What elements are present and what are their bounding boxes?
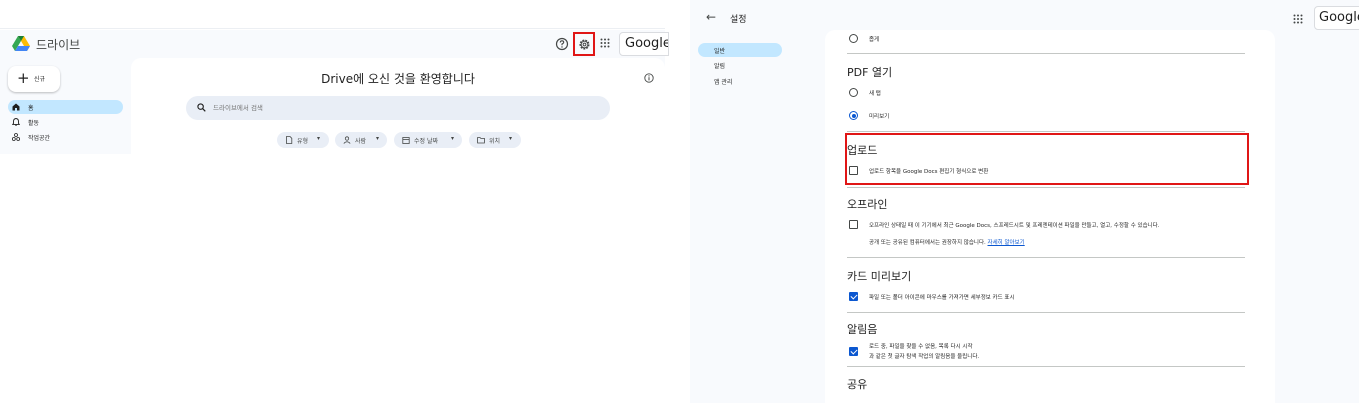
google-brand: Google xyxy=(625,36,669,51)
sidebar-item-label: 활동 xyxy=(28,120,40,127)
help-icon[interactable] xyxy=(555,37,569,51)
apps-grid-icon[interactable] xyxy=(1293,14,1303,24)
pdf-new-tab-radio[interactable] xyxy=(849,88,858,97)
account-button[interactable]: Google xyxy=(619,32,669,56)
divider xyxy=(847,131,1245,132)
settings-highlight xyxy=(573,32,595,56)
folder-icon xyxy=(477,137,485,144)
filter-chip-modified[interactable]: 수정 날짜 ▾ xyxy=(394,132,462,148)
search-bar[interactable] xyxy=(186,96,610,120)
sidebar-item-home[interactable]: 홈 xyxy=(8,100,123,114)
settings-content: 좁게 PDF 열기 새 탭 미리보기 업로드 업로드 항목을 Google Do… xyxy=(825,30,1275,403)
home-icon xyxy=(12,103,20,111)
settings-nav-manage-apps[interactable]: 앱 관리 xyxy=(698,74,782,88)
caret-down-icon: ▾ xyxy=(317,135,321,142)
section-title-card-preview: 카드 미리보기 xyxy=(847,270,912,283)
option-label: 로드 중, 파일을 찾을 수 없음, 목록 다시 시작 xyxy=(869,344,973,350)
chip-label: 위치 xyxy=(489,138,501,145)
option-label: 파일 또는 폴더 아이콘에 마우스를 가져가면 세부정보 카드 표시 xyxy=(869,295,1015,301)
caret-down-icon: ▾ xyxy=(451,135,455,142)
settings-nav-notifications[interactable]: 알림 xyxy=(698,58,782,72)
bell-icon xyxy=(12,118,20,126)
sidebar-item-workspaces[interactable]: 작업공간 xyxy=(8,130,123,144)
upload-highlight-box xyxy=(845,133,1249,185)
section-title-offline: 오프라인 xyxy=(847,198,888,211)
new-button-label: 신규 xyxy=(34,76,46,83)
search-icon xyxy=(197,103,206,112)
sounds-checkbox[interactable] xyxy=(849,347,858,356)
divider xyxy=(847,366,1245,367)
main-content: Drive에 오신 것을 환영합니다 유형 ▾ 사람 ▾ 수정 날짜 ▾ xyxy=(131,58,665,154)
apps-grid-icon[interactable] xyxy=(600,38,610,48)
filter-chip-type[interactable]: 유형 ▾ xyxy=(277,132,329,148)
divider xyxy=(847,53,1245,54)
back-arrow-icon[interactable]: ← xyxy=(706,10,716,24)
section-title-sounds: 알림음 xyxy=(847,323,878,336)
calendar-icon xyxy=(402,137,410,144)
sidebar-item-activity[interactable]: 활동 xyxy=(8,115,123,129)
google-brand: Google xyxy=(1319,10,1359,25)
learn-more-link[interactable]: 자세히 알아보기 xyxy=(988,240,1025,246)
caret-down-icon: ▾ xyxy=(376,135,380,142)
file-icon xyxy=(286,136,293,144)
divider xyxy=(847,257,1245,258)
divider xyxy=(847,187,1245,188)
chip-label: 수정 날짜 xyxy=(414,138,438,145)
chip-label: 사람 xyxy=(355,138,367,145)
pdf-preview-radio[interactable] xyxy=(849,111,858,120)
section-title-sharing: 공유 xyxy=(847,378,868,391)
drive-logo-icon[interactable] xyxy=(12,36,30,52)
chip-label: 유형 xyxy=(297,138,309,145)
info-icon[interactable] xyxy=(644,73,654,83)
person-icon xyxy=(343,136,351,144)
drive-window: 드라이브 Google + 신규 홈 활동 작업공간 Drive에 오신 것을 … xyxy=(0,0,669,403)
offline-checkbox[interactable] xyxy=(849,220,858,229)
option-label: 오프라인 상태일 때 이 기기에서 최근 Google Docs, 스프레드시트… xyxy=(869,223,1160,229)
settings-nav-label: 일반 xyxy=(714,48,726,55)
section-title-pdf: PDF 열기 xyxy=(847,66,893,79)
option-label: 좁게 xyxy=(869,37,880,43)
option-label: 미리보기 xyxy=(869,114,890,120)
workspaces-icon xyxy=(12,133,20,141)
card-preview-checkbox[interactable] xyxy=(849,292,858,301)
filter-chip-people[interactable]: 사람 ▾ xyxy=(335,132,387,148)
window-divider xyxy=(0,28,665,29)
offline-note: 공개 또는 공유된 컴퓨터에서는 권장하지 않습니다. 자세히 알아보기 xyxy=(869,238,1025,246)
welcome-title: Drive에 오신 것을 환영합니다 xyxy=(321,72,475,86)
search-input[interactable] xyxy=(213,103,513,113)
sidebar-item-label: 홈 xyxy=(28,105,34,112)
settings-nav-label: 알림 xyxy=(714,63,726,70)
settings-nav-label: 앱 관리 xyxy=(714,79,733,86)
option-label: 새 탭 xyxy=(869,91,881,97)
offline-note-text: 공개 또는 공유된 컴퓨터에서는 권장하지 않습니다. xyxy=(869,240,986,246)
option-label: 과 같은 첫 글자 탐색 작업의 알림음을 울립니다. xyxy=(869,354,980,360)
account-button[interactable]: Google xyxy=(1314,6,1359,30)
density-compact-radio[interactable] xyxy=(849,34,858,43)
drive-header: 드라이브 Google xyxy=(0,30,669,58)
sidebar: + 신규 홈 활동 작업공간 xyxy=(0,58,131,154)
settings-title: 설정 xyxy=(730,15,747,25)
gear-icon[interactable] xyxy=(578,38,591,51)
caret-down-icon: ▾ xyxy=(509,135,513,142)
new-button[interactable]: + 신규 xyxy=(8,66,60,92)
sidebar-item-label: 작업공간 xyxy=(28,135,51,142)
app-title[interactable]: 드라이브 xyxy=(36,36,80,53)
divider xyxy=(847,312,1245,313)
settings-nav-general[interactable]: 일반 xyxy=(698,43,782,57)
filter-chip-location[interactable]: 위치 ▾ xyxy=(469,132,521,148)
plus-icon: + xyxy=(17,69,30,87)
